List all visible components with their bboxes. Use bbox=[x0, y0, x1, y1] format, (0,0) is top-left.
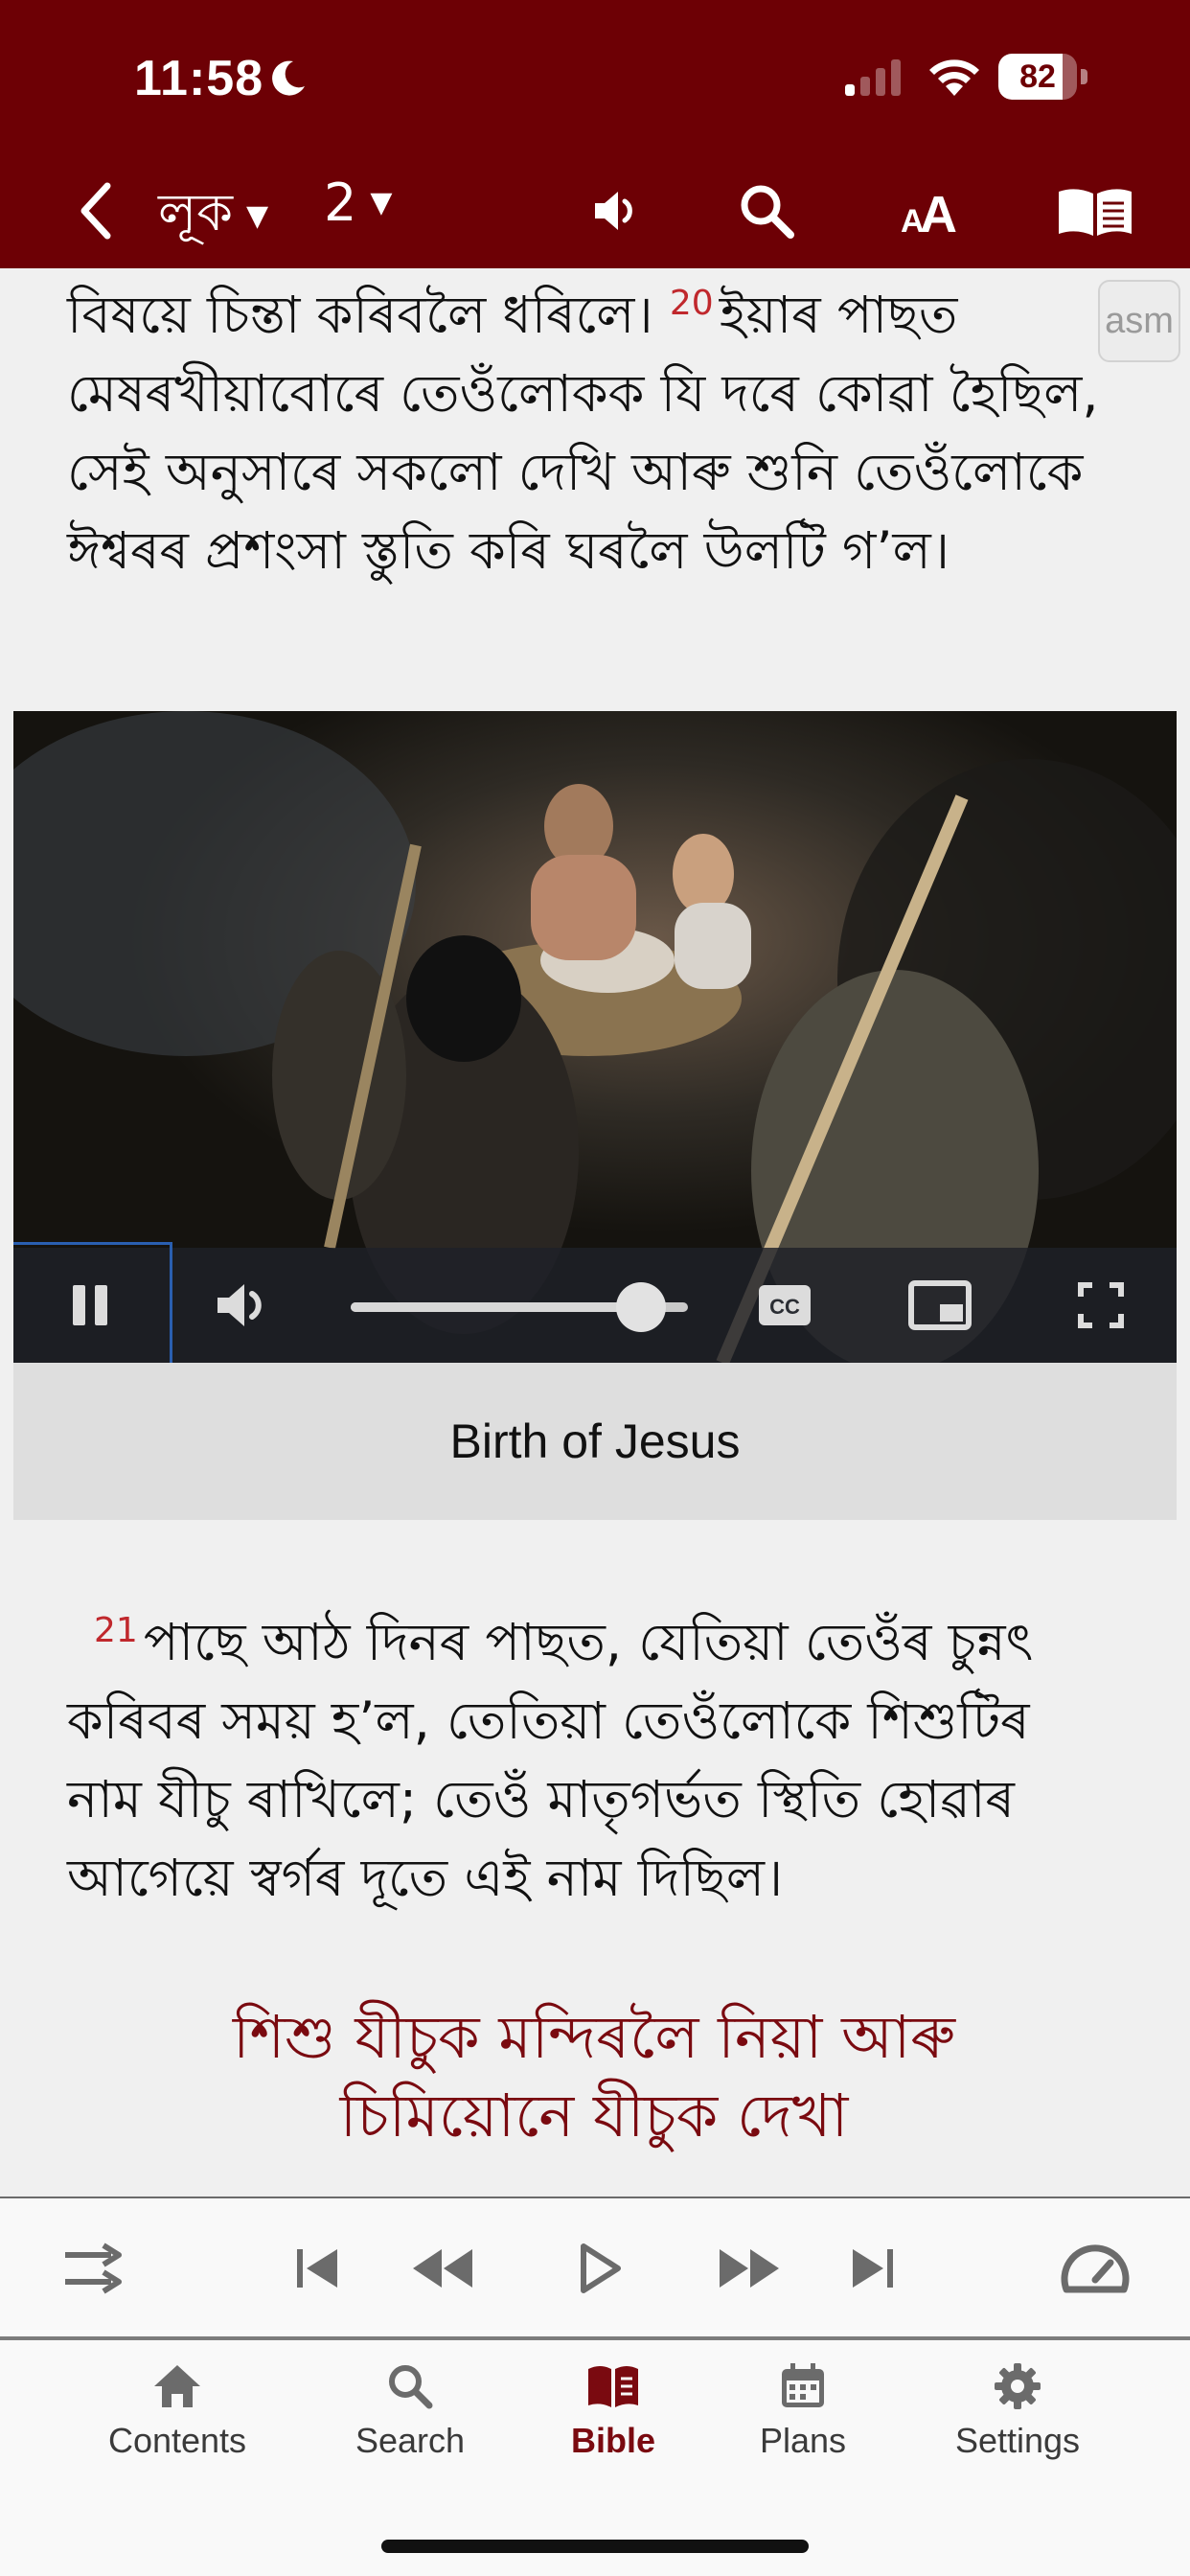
status-bar: 11:58 82 bbox=[0, 0, 1190, 153]
tab-label: Contents bbox=[107, 2421, 247, 2460]
play-icon bbox=[581, 2243, 621, 2293]
skip-end-icon bbox=[853, 2249, 893, 2288]
verse-paragraph: 21 পাছে আঠ দিনৰ পাছত, যেতিয়া তেওঁৰ চুন্ন… bbox=[67, 1603, 1102, 1918]
text-size-button[interactable]: A A bbox=[895, 176, 968, 245]
fullscreen-icon bbox=[1078, 1282, 1124, 1328]
section-heading-line: চিমিয়োনে যীচুক দেখা bbox=[339, 2081, 849, 2150]
video-progress-slider[interactable] bbox=[351, 1282, 688, 1332]
speed-icon bbox=[1061, 2244, 1130, 2293]
bible-reader[interactable]: asm বিষয়ে চিন্তা কৰিবলৈ ধৰিলে। 20 ইয়াৰ … bbox=[0, 268, 1190, 2196]
section-heading: শিশু যীচুক মন্দিৰলৈ নিয়া আৰু চিমিয়োনে … bbox=[115, 1998, 1073, 2155]
text-size-icon: A A bbox=[901, 186, 957, 240]
pause-button[interactable] bbox=[52, 1276, 128, 1334]
picture-in-picture-icon bbox=[908, 1280, 972, 1330]
fast-forward-button[interactable] bbox=[709, 2198, 790, 2338]
cc-icon: CC bbox=[759, 1285, 811, 1325]
speaker-icon bbox=[595, 192, 632, 230]
battery-percent: 82 bbox=[1019, 58, 1056, 95]
verse-paragraph: বিষয়ে চিন্তা কৰিবলৈ ধৰিলে। 20 ইয়াৰ পাছত… bbox=[67, 276, 1102, 590]
tab-plans[interactable]: Plans bbox=[698, 2361, 908, 2486]
section-heading-line: শিশু যীচুক মন্দিৰলৈ নিয়া আৰু bbox=[232, 2002, 956, 2072]
fullscreen-button[interactable] bbox=[1065, 1276, 1136, 1334]
back-button[interactable] bbox=[67, 176, 125, 245]
audio-player-bar bbox=[0, 2196, 1190, 2340]
tab-contents[interactable]: Contents bbox=[72, 2361, 283, 2486]
play-button[interactable] bbox=[560, 2198, 640, 2338]
tab-label: Settings bbox=[954, 2421, 1081, 2460]
chapter-selector[interactable]: 2 ▼ bbox=[324, 172, 392, 233]
bottom-tab-bar: Contents Search Bible Plans Settings bbox=[0, 2340, 1190, 2576]
search-icon bbox=[389, 2365, 433, 2409]
open-book-icon bbox=[1059, 189, 1132, 236]
verse-number[interactable]: 20 bbox=[670, 284, 714, 323]
tab-bible[interactable]: Bible bbox=[508, 2361, 719, 2486]
tab-label: Search bbox=[355, 2421, 466, 2460]
pause-icon bbox=[73, 1285, 107, 1325]
home-indicator bbox=[381, 2540, 809, 2553]
fast-forward-icon bbox=[720, 2249, 779, 2288]
svg-text:A: A bbox=[920, 186, 957, 240]
closed-captions-button[interactable]: CC bbox=[751, 1276, 818, 1334]
gear-icon bbox=[995, 2363, 1041, 2409]
tab-search[interactable]: Search bbox=[305, 2361, 515, 2486]
chevron-left-icon bbox=[80, 182, 111, 240]
video-controls: CC bbox=[13, 1242, 1177, 1363]
svg-text:CC: CC bbox=[769, 1295, 800, 1319]
battery-indicator: 82 bbox=[998, 54, 1087, 100]
tab-label: Bible bbox=[570, 2421, 655, 2460]
verse-number[interactable]: 21 bbox=[94, 1611, 138, 1650]
chapter-number: 2 bbox=[324, 172, 357, 233]
slider-thumb[interactable] bbox=[615, 1282, 666, 1332]
home-icon bbox=[154, 2365, 200, 2407]
skip-next-button[interactable] bbox=[837, 2198, 906, 2338]
verse-text: পাছে আঠ দিনৰ পাছত, যেতিয়া তেওঁৰ চুন্নৎ … bbox=[67, 1612, 1034, 1908]
rewind-button[interactable] bbox=[402, 2198, 483, 2338]
book-selector[interactable]: লূক ▼ bbox=[158, 172, 268, 259]
video-caption: Birth of Jesus bbox=[13, 1363, 1177, 1520]
search-button[interactable] bbox=[732, 176, 801, 245]
bible-layout-button[interactable] bbox=[1052, 176, 1138, 245]
shuffle-icon bbox=[65, 2242, 122, 2294]
moon-icon bbox=[272, 60, 305, 96]
language-badge[interactable]: asm bbox=[1098, 280, 1180, 362]
shuffle-button[interactable] bbox=[54, 2198, 136, 2338]
picture-in-picture-button[interactable] bbox=[904, 1276, 975, 1334]
skip-previous-button[interactable] bbox=[284, 2198, 353, 2338]
chevron-down-icon: ▼ bbox=[370, 186, 393, 219]
cellular-signal-icon bbox=[845, 59, 901, 96]
book-name: লূক bbox=[158, 182, 234, 242]
skip-start-icon bbox=[297, 2249, 337, 2288]
video-volume-button[interactable] bbox=[209, 1276, 276, 1334]
audio-button[interactable] bbox=[583, 176, 650, 245]
tab-settings[interactable]: Settings bbox=[912, 2361, 1123, 2486]
playback-speed-button[interactable] bbox=[1052, 2198, 1138, 2338]
calendar-icon bbox=[782, 2363, 824, 2407]
wifi-icon bbox=[929, 59, 979, 96]
status-time: 11:58 bbox=[134, 51, 264, 106]
speaker-icon bbox=[217, 1284, 262, 1326]
verse-text: বিষয়ে চিন্তা কৰিবলৈ ধৰিলে। bbox=[67, 285, 653, 345]
search-icon bbox=[741, 185, 794, 239]
rewind-icon bbox=[413, 2249, 472, 2288]
tab-label: Plans bbox=[759, 2421, 847, 2460]
app-header: 11:58 82 A A লূক ▼ 2 ▼ bbox=[0, 0, 1190, 268]
chevron-down-icon: ▼ bbox=[246, 198, 269, 233]
bible-book-icon bbox=[588, 2366, 638, 2407]
